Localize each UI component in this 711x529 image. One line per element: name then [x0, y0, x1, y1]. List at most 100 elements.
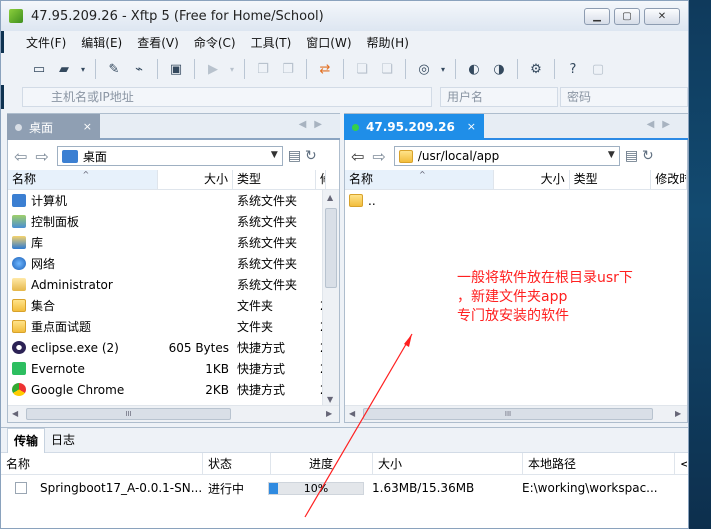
- local-vertical-scrollbar[interactable]: ▲ ▼: [322, 190, 339, 406]
- file-row[interactable]: 计算机 系统文件夹: [8, 190, 339, 211]
- tab-local-desktop[interactable]: 桌面 ×: [7, 114, 100, 140]
- file-name-cell: Google Chrome: [8, 382, 158, 397]
- folder-up-icon[interactable]: ▤: [288, 148, 301, 164]
- scroll-left-icon[interactable]: ◀: [12, 409, 18, 418]
- scroll-up-icon[interactable]: ▲: [327, 193, 333, 202]
- refresh-icon[interactable]: ↻: [305, 148, 317, 164]
- column-type[interactable]: 类型: [570, 170, 652, 189]
- refresh-icon[interactable]: ↻: [642, 148, 654, 164]
- toolbar-separator: [244, 59, 245, 79]
- file-row[interactable]: 网络 系统文件夹: [8, 253, 339, 274]
- copy-icon[interactable]: ❐: [253, 59, 273, 79]
- file-row[interactable]: 控制面板 系统文件夹: [8, 211, 339, 232]
- column-scroll-left[interactable]: <: [675, 453, 687, 475]
- scroll-thumb[interactable]: III: [363, 408, 653, 420]
- tab-scroll-arrows[interactable]: ◀▶: [299, 119, 330, 130]
- file-row[interactable]: ..: [345, 190, 687, 211]
- xshell-icon[interactable]: ◐: [464, 59, 484, 79]
- paste-icon[interactable]: ❐: [278, 59, 298, 79]
- scroll-down-icon[interactable]: ▼: [327, 395, 333, 404]
- dropdown-icon[interactable]: ▾: [228, 59, 236, 79]
- tab-transfer[interactable]: 传输: [7, 427, 46, 453]
- scroll-right-icon[interactable]: ▶: [675, 409, 681, 418]
- remote-horizontal-scrollbar[interactable]: ◀ III ▶: [345, 405, 687, 422]
- transfer-icon[interactable]: ⇄: [315, 59, 335, 79]
- properties-icon[interactable]: ⌁: [129, 59, 149, 79]
- gear-icon[interactable]: ⚙: [526, 59, 546, 79]
- toolbar-separator: [157, 59, 158, 79]
- file-row[interactable]: eclipse.exe (2)605 Bytes快捷方式2: [8, 337, 339, 358]
- forward-arrow-icon[interactable]: ⇨: [372, 147, 385, 166]
- column-size[interactable]: 大小: [494, 170, 570, 189]
- column-name[interactable]: ^ 名称: [345, 170, 495, 189]
- menu-command[interactable]: 命令(C): [194, 34, 236, 51]
- menu-tools[interactable]: 工具(T): [251, 34, 292, 51]
- column-name[interactable]: 名称: [1, 452, 203, 475]
- file-row[interactable]: 库 系统文件夹: [8, 232, 339, 253]
- back-arrow-icon[interactable]: ⇦: [351, 147, 364, 166]
- file-name-cell: Evernote: [8, 361, 158, 376]
- close-tab-icon[interactable]: ×: [83, 120, 92, 133]
- local-path-select[interactable]: 桌面 ▼: [56, 146, 283, 166]
- tab-log[interactable]: 日志: [45, 428, 81, 453]
- globe-icon[interactable]: ◎: [414, 59, 434, 79]
- file-type-icon: [12, 277, 26, 291]
- column-modified[interactable]: 修: [316, 170, 326, 189]
- menu-file[interactable]: 文件(F): [26, 34, 66, 51]
- settings-screen-icon[interactable]: ▣: [166, 59, 186, 79]
- scroll-right-icon[interactable]: ▶: [326, 409, 332, 418]
- duplicate-icon[interactable]: ❏: [352, 59, 372, 79]
- remote-path-select[interactable]: /usr/local/app ▼: [393, 146, 620, 166]
- menu-window[interactable]: 窗口(W): [306, 34, 351, 51]
- transfer-size: 1.63MB/15.36MB: [372, 481, 475, 495]
- dropdown-icon[interactable]: ▾: [79, 59, 87, 79]
- file-row[interactable]: 重点面试题文件夹2: [8, 316, 339, 337]
- clipboard-icon[interactable]: ❏: [377, 59, 397, 79]
- forward-arrow-icon[interactable]: ⇨: [35, 147, 48, 166]
- maximize-button[interactable]: ▢: [614, 8, 640, 25]
- local-horizontal-scrollbar[interactable]: ◀ III ▶: [8, 405, 339, 422]
- file-type: 文件夹: [237, 299, 274, 313]
- dropdown-icon[interactable]: ▾: [439, 59, 447, 79]
- menu-view[interactable]: 查看(V): [137, 34, 179, 51]
- column-modified[interactable]: 修改时: [651, 170, 687, 189]
- column-type[interactable]: 类型: [233, 170, 316, 189]
- open-folder-icon[interactable]: ▰: [54, 59, 74, 79]
- scroll-thumb[interactable]: [325, 208, 337, 288]
- play-icon[interactable]: ▶: [203, 59, 223, 79]
- column-progress[interactable]: 进度: [271, 452, 373, 475]
- transfer-checkbox[interactable]: [15, 482, 27, 494]
- tab-scroll-arrows[interactable]: ◀▶: [647, 119, 678, 130]
- menu-help[interactable]: 帮助(H): [367, 34, 409, 51]
- file-row[interactable]: Google Chrome2KB快捷方式2: [8, 379, 339, 400]
- column-local-path[interactable]: 本地路径: [523, 452, 675, 475]
- column-status[interactable]: 状态: [203, 452, 271, 475]
- host-input[interactable]: 主机名或IP地址: [22, 87, 432, 107]
- tab-remote-host[interactable]: 47.95.209.26 ×: [344, 114, 484, 140]
- column-size[interactable]: 大小: [158, 170, 233, 189]
- close-tab-icon[interactable]: ×: [467, 120, 476, 133]
- xmanager-icon[interactable]: ◑: [489, 59, 509, 79]
- new-session-icon[interactable]: ▭: [29, 59, 49, 79]
- file-row[interactable]: Evernote1KB快捷方式2: [8, 358, 339, 379]
- transfer-row[interactable]: Springboot17_A-0.0.1-SN... 进行中 10% 1.63M…: [1, 475, 688, 501]
- minimize-button[interactable]: ▁: [584, 8, 610, 25]
- edit-icon[interactable]: ✎: [104, 59, 124, 79]
- scroll-left-icon[interactable]: ◀: [349, 409, 355, 418]
- menu-edit[interactable]: 编辑(E): [81, 34, 122, 51]
- column-name[interactable]: ^ 名称: [8, 170, 158, 189]
- password-input[interactable]: 密码: [560, 87, 688, 107]
- back-arrow-icon[interactable]: ⇦: [14, 147, 27, 166]
- folder-up-icon[interactable]: ▤: [625, 148, 638, 164]
- file-row[interactable]: Administrator 系统文件夹: [8, 274, 339, 295]
- scroll-thumb[interactable]: III: [26, 408, 231, 420]
- title-bar[interactable]: 47.95.209.26 - Xftp 5 (Free for Home/Sch…: [1, 1, 688, 31]
- close-button[interactable]: ✕: [644, 8, 680, 25]
- help-icon[interactable]: ?: [563, 59, 583, 79]
- chat-icon[interactable]: ▢: [588, 59, 608, 79]
- username-input[interactable]: 用户名: [440, 87, 558, 107]
- file-name-cell: Administrator: [8, 277, 158, 292]
- file-row[interactable]: 集合文件夹2: [8, 295, 339, 316]
- column-size[interactable]: 大小: [373, 452, 523, 475]
- file-type-icon: [12, 236, 26, 249]
